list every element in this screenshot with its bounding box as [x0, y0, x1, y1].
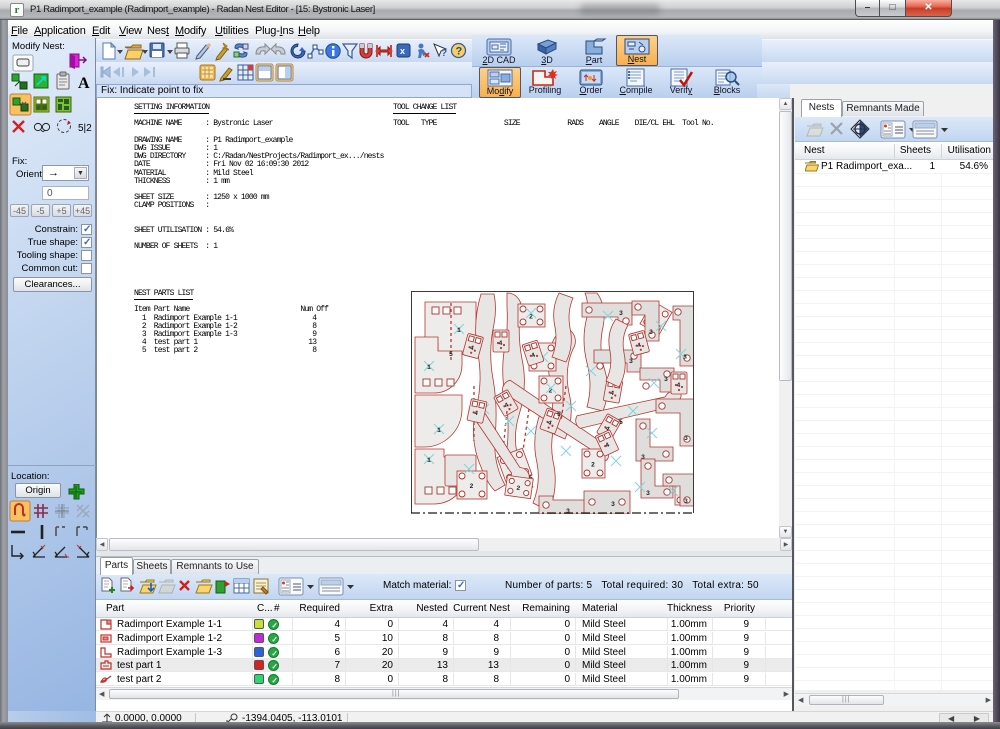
svg-text:3: 3 — [684, 498, 688, 505]
svg-text:5|2: 5|2 — [78, 123, 92, 134]
svg-text:4: 4 — [677, 382, 681, 389]
svg-text:?: ? — [456, 46, 463, 58]
svg-text:1: 1 — [437, 427, 441, 434]
svg-text:2: 2 — [470, 483, 474, 490]
svg-text:5: 5 — [557, 411, 561, 418]
svg-text:3: 3 — [646, 490, 650, 497]
svg-text:3: 3 — [619, 310, 623, 317]
svg-text:1: 1 — [457, 327, 461, 334]
svg-text:5: 5 — [619, 419, 623, 426]
svg-text:?: ? — [441, 48, 447, 59]
svg-text:1: 1 — [427, 457, 431, 464]
svg-text:3: 3 — [649, 329, 653, 336]
svg-text:3: 3 — [664, 376, 668, 383]
svg-text:5: 5 — [449, 351, 453, 358]
svg-text:1: 1 — [427, 364, 431, 371]
svg-text:x: x — [400, 46, 405, 56]
svg-text:3: 3 — [629, 358, 633, 365]
svg-text:2: 2 — [591, 462, 595, 469]
svg-text:3: 3 — [684, 435, 688, 442]
svg-text:A: A — [78, 75, 90, 92]
svg-text:3: 3 — [611, 501, 615, 508]
svg-text:4: 4 — [499, 340, 503, 347]
